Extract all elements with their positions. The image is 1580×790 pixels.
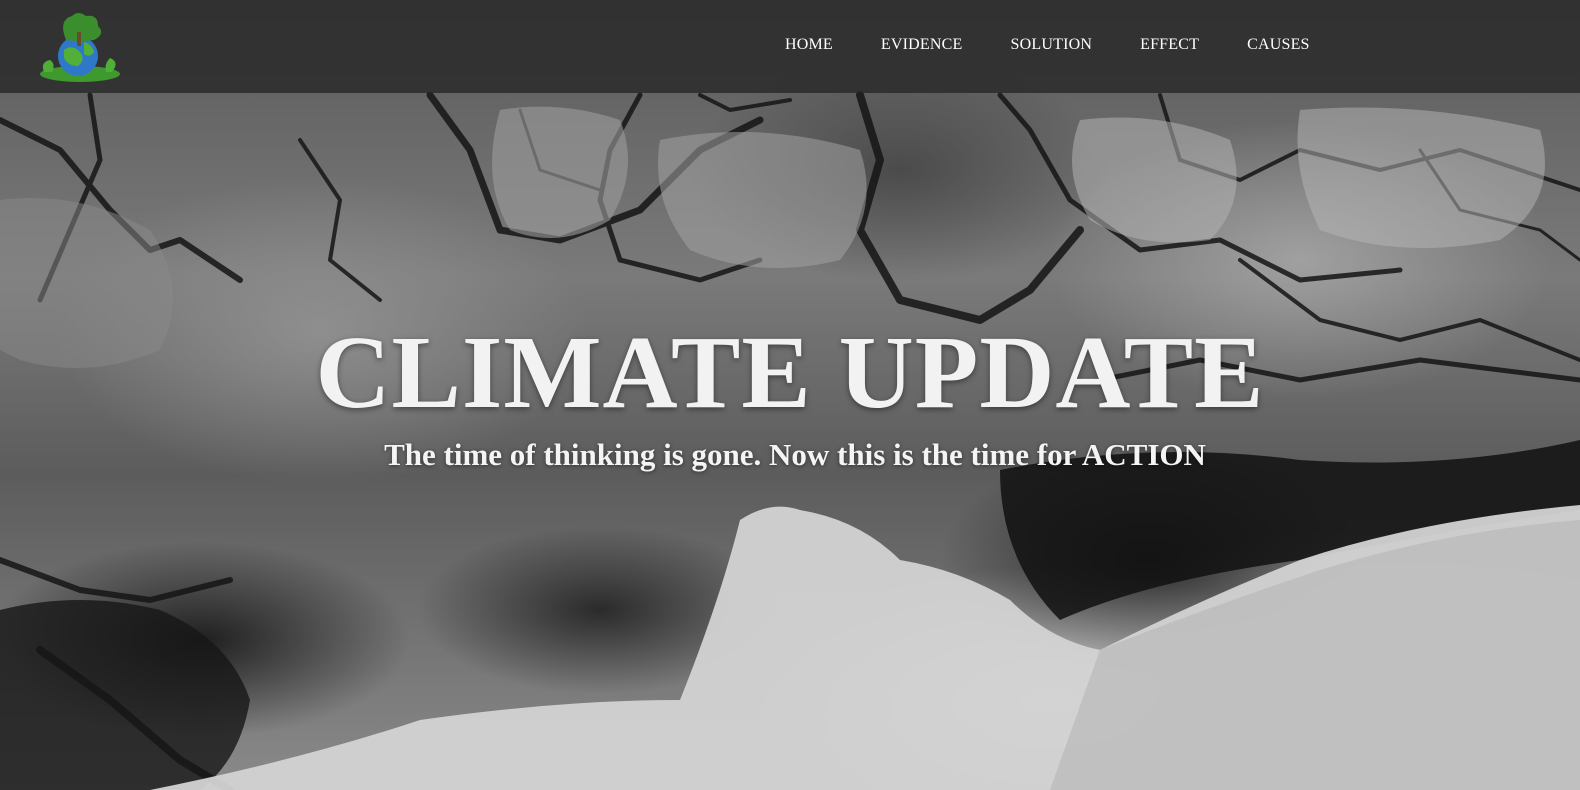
hero-title: CLIMATE UPDATE bbox=[315, 315, 1265, 430]
globe-tree-logo-icon[interactable] bbox=[36, 8, 124, 84]
nav-link-causes[interactable]: CAUSES bbox=[1247, 36, 1310, 54]
nav-link-effect[interactable]: EFFECT bbox=[1140, 36, 1199, 54]
top-navbar: HOME EVIDENCE SOLUTION EFFECT CAUSES bbox=[0, 0, 1580, 93]
nav-link-evidence[interactable]: EVIDENCE bbox=[881, 36, 963, 54]
hero-section: HOME EVIDENCE SOLUTION EFFECT CAUSES CLI… bbox=[0, 0, 1580, 790]
nav-link-home[interactable]: HOME bbox=[785, 36, 833, 54]
main-nav: HOME EVIDENCE SOLUTION EFFECT CAUSES bbox=[760, 36, 1358, 54]
nav-link-solution[interactable]: SOLUTION bbox=[1011, 36, 1093, 54]
hero-subtitle: The time of thinking is gone. Now this i… bbox=[384, 437, 1206, 472]
